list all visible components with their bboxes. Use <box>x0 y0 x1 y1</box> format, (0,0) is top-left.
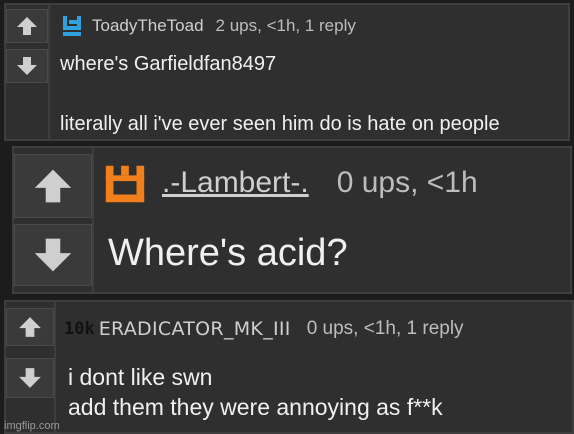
comment-3: 10k ERADICATOR_MK_III 0 ups, <1h, 1 repl… <box>4 300 574 434</box>
comment-line: Where's acid? <box>108 232 348 274</box>
username[interactable]: ToadyTheToad <box>92 16 204 36</box>
comment-2: .-Lambert-. 0 ups, <1h Where's acid? <box>12 146 572 294</box>
avatar[interactable] <box>60 14 84 38</box>
downvote-button[interactable] <box>6 49 48 83</box>
comment-meta: 10k ERADICATOR_MK_III 0 ups, <1h, 1 repl… <box>64 316 464 342</box>
comment-stats: 2 ups, <1h, 1 reply <box>215 16 356 35</box>
downvote-button[interactable] <box>6 358 54 398</box>
comment-line <box>60 79 500 109</box>
watermark: imgflip.com <box>4 420 60 432</box>
comment-body: i dont like swn add them they were annoy… <box>68 362 443 422</box>
arrow-up-icon <box>19 317 41 337</box>
username[interactable]: ERADICATOR_MK_III <box>99 318 291 340</box>
vote-column <box>14 148 94 292</box>
downvote-button[interactable] <box>14 224 92 286</box>
comment-meta: ToadyTheToad 2 ups, <1h, 1 reply <box>60 13 356 39</box>
comment-line: add them they were annoying as f**k <box>68 394 443 420</box>
avatar[interactable] <box>102 160 148 206</box>
upvote-button[interactable] <box>6 308 54 346</box>
comment-meta: .-Lambert-. 0 ups, <1h <box>102 160 478 206</box>
arrow-up-icon <box>34 169 72 203</box>
username[interactable]: .-Lambert-. <box>162 166 309 200</box>
arrow-down-icon <box>17 57 37 75</box>
arrow-down-icon <box>19 368 41 388</box>
comment-body: Where's acid? <box>108 230 348 276</box>
comment-line: literally all i've ever seen him do is h… <box>60 113 500 135</box>
vote-column <box>6 5 50 139</box>
vote-column <box>6 302 56 432</box>
comment-stats: 0 ups, <1h <box>336 166 478 199</box>
comment-1: ToadyTheToad 2 ups, <1h, 1 reply where's… <box>4 3 570 141</box>
comment-line: where's Garfieldfan8497 <box>60 53 277 75</box>
comment-stats: 0 ups, <1h, 1 reply <box>306 318 464 339</box>
arrow-down-icon <box>34 238 72 272</box>
arrow-up-icon <box>17 17 37 35</box>
upvote-button[interactable] <box>14 154 92 218</box>
upvote-button[interactable] <box>6 9 48 43</box>
avatar[interactable]: 10k <box>64 319 95 339</box>
comment-line: i dont like swn <box>68 364 213 390</box>
comment-thread: ToadyTheToad 2 ups, <1h, 1 reply where's… <box>0 0 574 434</box>
comment-body: where's Garfieldfan8497 literally all i'… <box>60 49 500 139</box>
